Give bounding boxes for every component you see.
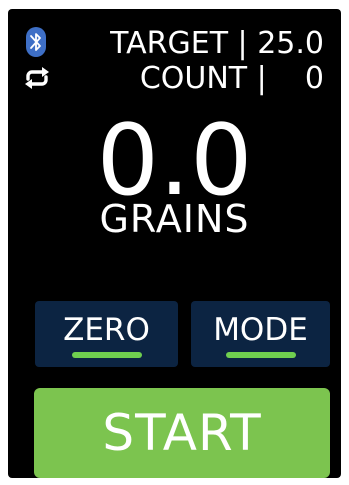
target-readout: TARGET | 25.0 [110, 26, 324, 61]
scale-screen: TARGET | 25.0 COUNT | 0 0.0 GRAINS ZERO … [8, 9, 341, 478]
bluetooth-icon [26, 27, 46, 57]
start-button-label: START [102, 404, 262, 462]
mode-indicator-bar [225, 352, 296, 358]
mode-button-label: MODE [213, 312, 308, 348]
unit-label: GRAINS [99, 197, 250, 241]
start-button[interactable]: START [34, 388, 330, 478]
zero-button-label: ZERO [63, 312, 150, 348]
loop-icon [25, 67, 49, 89]
mode-button[interactable]: MODE [191, 301, 330, 367]
zero-indicator-bar [71, 352, 142, 358]
zero-button[interactable]: ZERO [35, 301, 178, 367]
count-readout: COUNT | 0 [139, 61, 324, 96]
